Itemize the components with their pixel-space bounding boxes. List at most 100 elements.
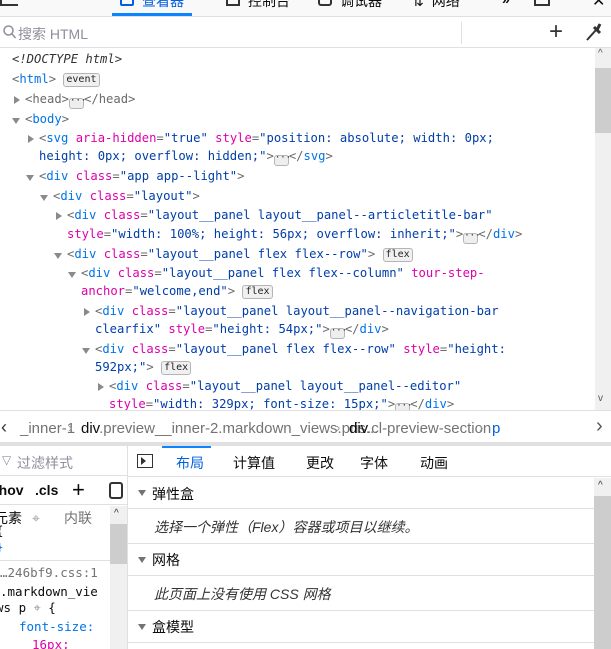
rules-scrollbar[interactable]: ^ [110,506,127,649]
divider [461,22,462,44]
markup-node-line[interactable]: <div class="layout__panel layout__panel-… [95,302,499,321]
expand-ellipsis-button[interactable]: ··· [69,97,86,109]
node-target-icon[interactable]: ⌖ [32,510,40,527]
markup-node-line[interactable]: <svg aria-hidden="true" style="position:… [39,129,494,148]
collapsed-arrow-icon[interactable] [14,96,20,104]
dock-icon[interactable] [534,0,550,6]
rules-toolbar: :hov .cls + [0,477,127,505]
rules-list: 元素 ⌖ 内联 { } …246bf9.css:1 .markdown_vie … [0,506,110,649]
breadcrumb-item[interactable]: div.cl-preview-section [349,420,491,437]
tab-console[interactable]: 控制台 [226,0,290,11]
markup-token: div [88,266,118,280]
markup-node-line[interactable]: <div class="layout__panel flex flex--row… [67,245,413,264]
cls-button[interactable]: .cls [35,482,58,498]
collapsed-arrow-icon[interactable] [28,135,34,143]
collapsed-arrow-icon[interactable] [98,383,104,391]
expand-ellipsis-button[interactable]: ··· [329,327,347,339]
tab-layout[interactable]: 布局 [176,453,204,473]
markup-token: "layout__panel flex flex--column" [161,266,412,280]
expand-ellipsis-button[interactable]: ··· [395,402,412,410]
markup-node-line[interactable]: <!DOCTYPE html> [12,50,122,69]
node-badge[interactable]: flex [242,285,273,299]
node-badge[interactable]: flex [382,248,413,262]
markup-token: > [146,360,162,374]
breadcrumb-item-selected[interactable]: p [492,420,500,437]
tab-computed[interactable]: 计算值 [233,453,275,473]
markup-node-line[interactable]: <div class="layout"> [53,187,200,206]
property-value[interactable]: 16px; [32,637,70,649]
markup-node-line[interactable]: <div class="layout__panel layout__panel-… [67,206,493,225]
tab-changes[interactable]: 更改 [306,453,334,473]
markup-token: > [514,227,523,241]
markup-token: clearfix" [95,322,169,336]
tab-fonts[interactable]: 字体 [360,453,388,473]
markup-node-line[interactable]: <head>···</head> [25,90,135,109]
markup-node-line[interactable]: <body> [25,110,69,129]
pick-element-icon[interactable] [0,0,18,6]
layout-scrollbar[interactable]: ^ [594,478,611,649]
close-icon[interactable]: ✕ [592,0,605,11]
markup-token: = [112,169,120,183]
markup-scrollbar[interactable]: ^ v [595,48,611,410]
breadcrumb-scroll-right[interactable]: › [596,415,603,438]
expanded-arrow-icon[interactable] [82,348,90,354]
expanded-arrow-icon[interactable] [54,253,62,259]
expanded-arrow-icon[interactable] [12,118,20,124]
breadcrumb-item[interactable]: div.preview__inner-2.markdown_views.pris… [81,420,378,437]
node-badge[interactable]: event [63,73,100,87]
markup-node-line[interactable]: anchor="welcome,end"> flex [81,282,273,301]
collapsed-arrow-icon[interactable] [84,308,90,316]
breadcrumb-scroll-left[interactable]: ‹ [1,417,7,438]
print-media-icon[interactable] [109,482,123,499]
markup-node-line[interactable]: height: 0px; overflow: hidden;">···</svg… [39,147,333,166]
expanded-arrow-icon[interactable] [68,272,76,278]
grid-section-header[interactable]: 网格 [128,544,594,576]
tab-animations[interactable]: 动画 [420,453,448,473]
tab-debugger[interactable]: 调试器 [318,0,382,11]
add-rule-button[interactable]: + [72,477,85,503]
property-name[interactable]: font-size: [19,619,94,634]
markup-node-line[interactable]: <html> event [12,70,100,89]
markup-token: = [103,227,112,241]
rule-source-link[interactable]: …246bf9.css:1 [0,565,98,580]
markup-token: </ [478,227,493,241]
markup-token: "layout" [133,189,193,203]
markup-token: class [131,342,169,356]
tab-network[interactable]: ⇅ 网络 [412,0,460,11]
markup-token: 592px;" [95,360,147,374]
expanded-arrow-icon[interactable] [40,195,48,201]
rule-selector: .markdown_vie [0,584,98,599]
box-model-section-header[interactable]: 盒模型 [128,611,594,643]
markup-token: div [492,227,515,241]
markup-node-line[interactable]: <div class="layout__panel layout__panel-… [109,377,461,396]
filter-styles[interactable]: ▽ 过滤样式 [0,446,127,476]
markup-node-line[interactable]: <div class="layout__panel flex flex--col… [81,264,485,283]
eyedropper-icon[interactable] [584,22,602,42]
markup-node-line[interactable]: 592px;"> flex [95,358,192,377]
collapsed-arrow-icon[interactable] [56,212,62,220]
expanded-arrow-icon[interactable] [26,175,34,181]
markup-node-line[interactable]: <div class="layout__panel flex flex--row… [95,340,506,359]
search-input[interactable]: 搜索 HTML [18,24,88,44]
flexbox-section-header[interactable]: 弹性盒 [128,478,594,509]
expand-ellipsis-button[interactable]: ··· [463,232,481,244]
markup-token: class [131,304,169,318]
collapse-icon [138,557,146,563]
markup-node-line[interactable]: style="width: 329px; font-size: 15px;">·… [109,395,454,410]
toggle-sidebar-icon[interactable] [137,454,153,468]
breadcrumb-item[interactable]: _inner-1 [20,420,75,437]
markup-node-line[interactable]: clearfix" style="height: 54px;">···</div… [95,320,389,339]
markup-node-line[interactable]: <div class="app app--light"> [39,167,244,186]
node-badge[interactable]: flex [161,361,192,375]
markup-token: height: 0px; overflow: hidden;" [39,149,267,163]
expand-ellipsis-button[interactable]: ··· [273,154,291,166]
more-tabs-button[interactable]: » [502,0,510,7]
filter-styles-input[interactable]: 过滤样式 [17,453,73,473]
hov-button[interactable]: :hov [0,482,24,498]
add-node-button[interactable]: + [549,18,563,46]
markup-token: <!DOCTYPE html> [12,52,123,66]
tab-inspector[interactable]: 查看器 [120,0,184,11]
markup-token: "width: 329px; font-size: 15px;" [153,397,388,410]
markup-token: > [381,322,389,336]
markup-node-line[interactable]: style="width: 100%; height: 56px; overfl… [67,225,522,244]
